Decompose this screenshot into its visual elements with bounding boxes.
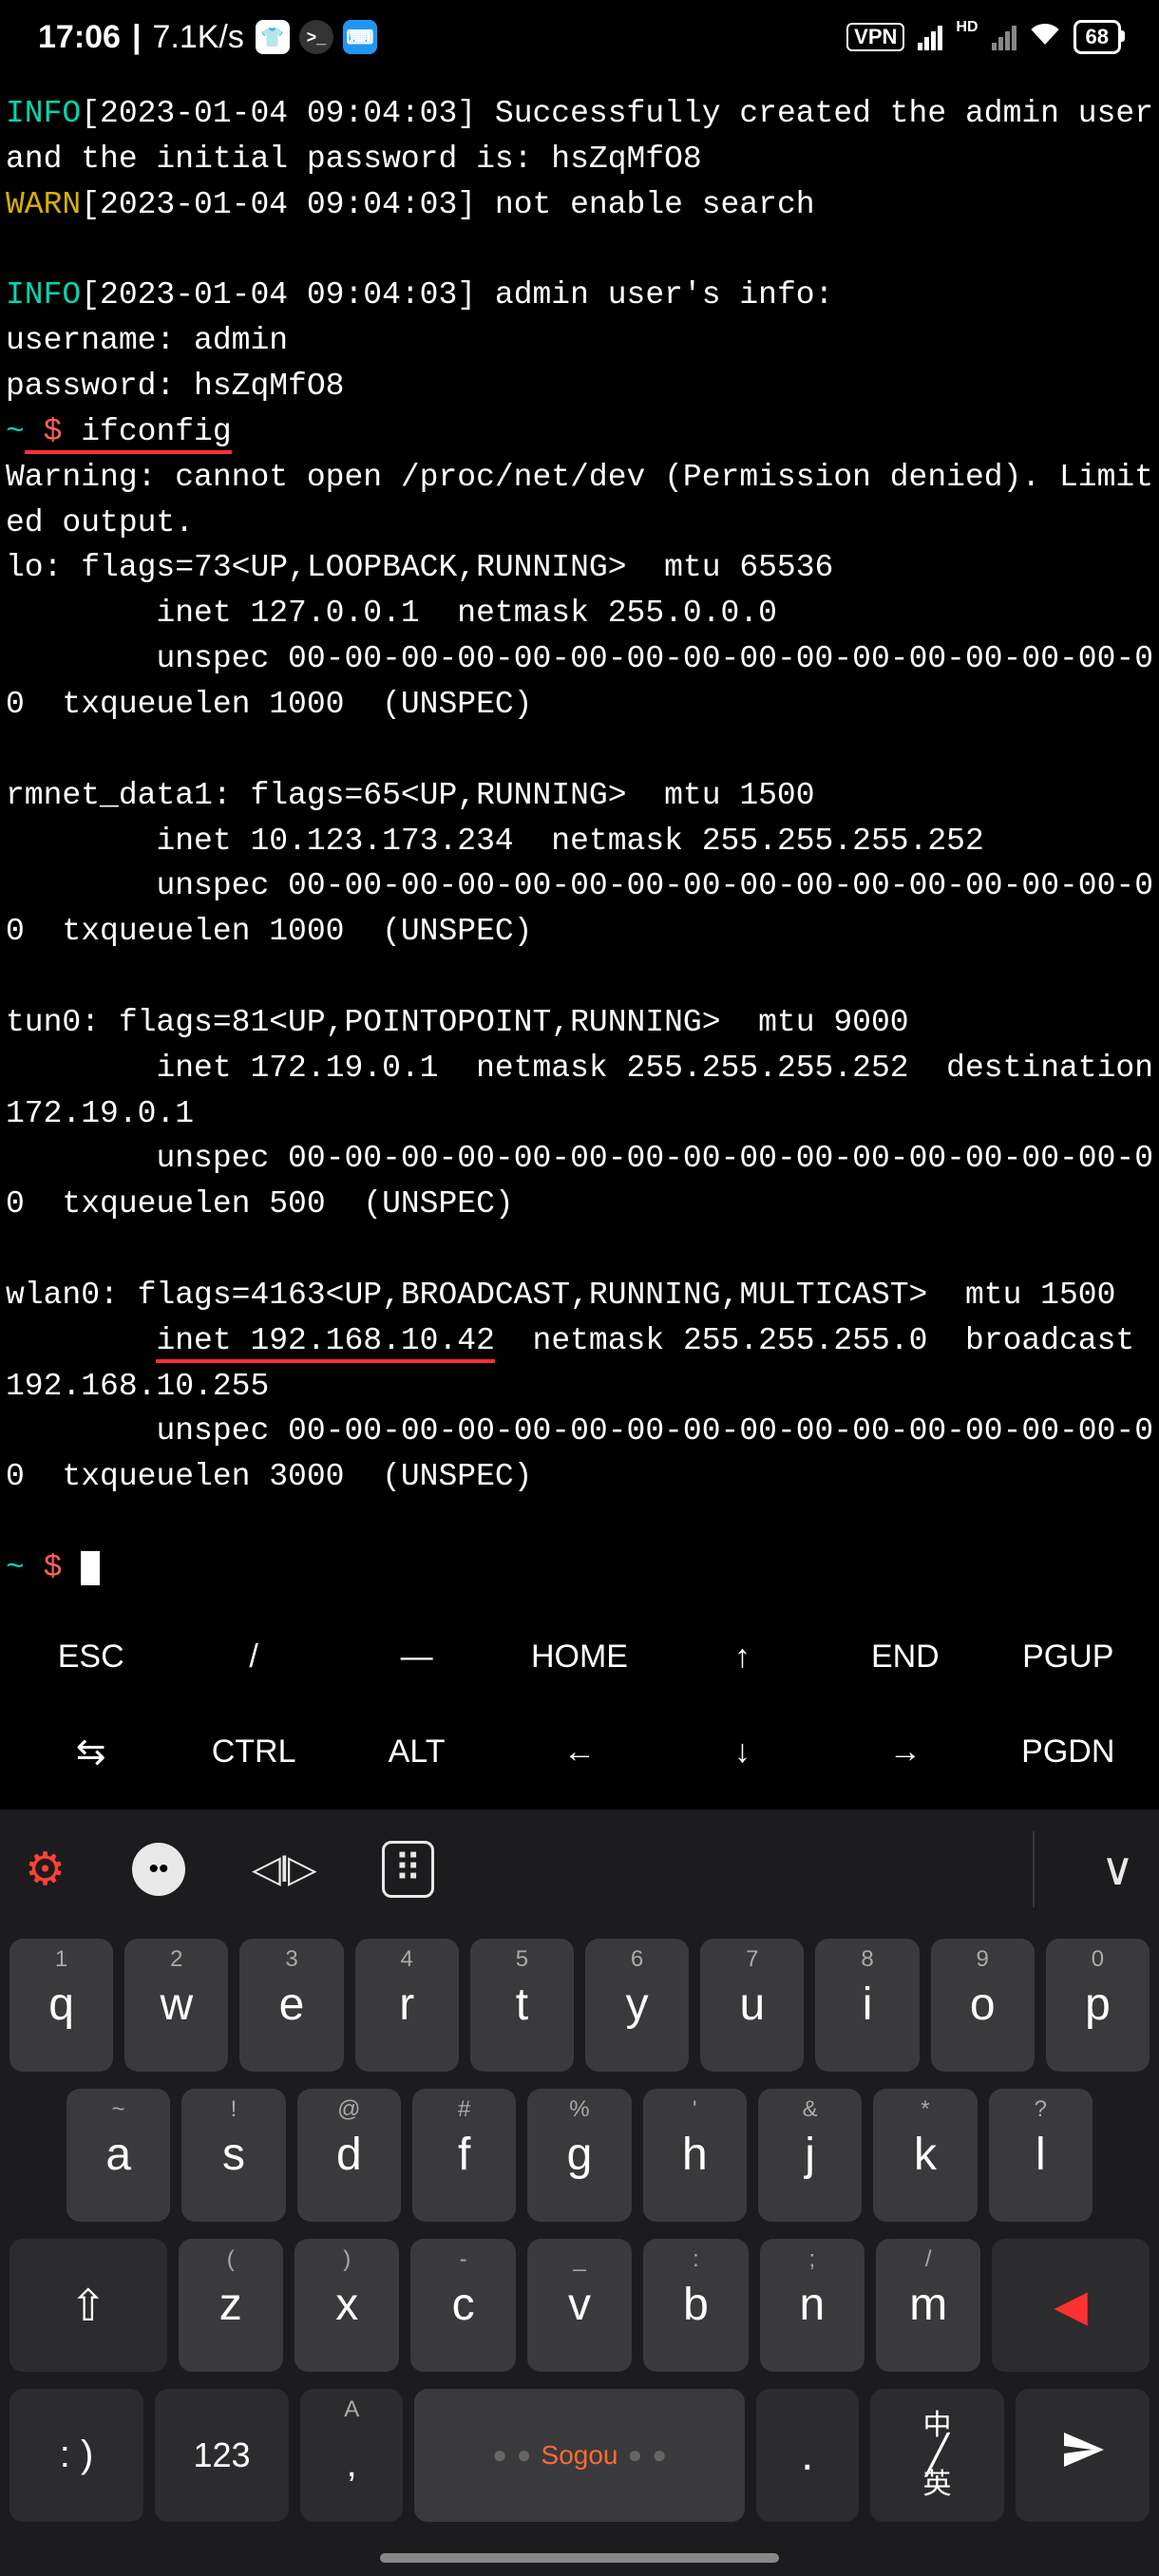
emoji-icon[interactable]: •• xyxy=(132,1843,185,1896)
key-b[interactable]: :b xyxy=(643,2239,748,2372)
key-q[interactable]: 1q xyxy=(10,1939,113,2072)
cursor-control-icon[interactable]: ◁Ι▷ xyxy=(252,1847,315,1891)
keyboard-row-4: : ) 123 A, ●● Sogou ●● . 中╱英 xyxy=(10,2389,1150,2522)
key-a[interactable]: ~a xyxy=(66,2089,170,2222)
key-o[interactable]: 9o xyxy=(931,1939,1035,2072)
prompt-tilde: ~ xyxy=(6,1550,25,1585)
command-ifconfig: ifconfig xyxy=(81,414,231,449)
key-w[interactable]: 2w xyxy=(124,1939,228,2072)
app-icon-1: 👕 xyxy=(256,20,290,54)
key-left[interactable]: ← xyxy=(498,1705,660,1800)
status-speed: 7.1K/s xyxy=(152,19,243,56)
key-space[interactable]: ●● Sogou ●● xyxy=(414,2389,744,2522)
signal-icon-1 xyxy=(918,24,942,50)
key-h[interactable]: 'h xyxy=(643,2089,747,2222)
key-e[interactable]: 3e xyxy=(239,1939,343,2072)
key-k[interactable]: *k xyxy=(873,2089,977,2222)
key-ctrl[interactable]: CTRL xyxy=(172,1705,334,1800)
vpn-badge: VPN xyxy=(846,23,904,51)
log-level-warn: WARN xyxy=(6,187,81,222)
key-alt[interactable]: ALT xyxy=(335,1705,498,1800)
log-level-info: INFO xyxy=(6,96,81,131)
extra-keys-row: ESC / ― HOME ↑ END PGUP ⇆ CTRL ALT ← ↓ →… xyxy=(0,1591,1159,1809)
key-cn-en[interactable]: 中╱英 xyxy=(870,2389,1004,2522)
iface-wlan0-head: wlan0: flags=4163<UP,BROADCAST,RUNNING,M… xyxy=(6,1278,1115,1313)
key-numeric[interactable]: 123 xyxy=(155,2389,289,2522)
key-j[interactable]: &j xyxy=(758,2089,862,2222)
wifi-icon xyxy=(1030,21,1060,53)
soft-keyboard: ⚙ •• ◁Ι▷ ⠿ ∨ 1q 2w 3e 4r 5t 6y 7u 8i 9o … xyxy=(0,1809,1159,2576)
key-p[interactable]: 0p xyxy=(1046,1939,1150,2072)
iface-tun0: tun0: flags=81<UP,POINTOPOINT,RUNNING> m… xyxy=(6,1005,1159,1222)
key-dash[interactable]: ― xyxy=(335,1610,498,1705)
home-indicator[interactable] xyxy=(380,2553,779,2563)
key-right[interactable]: → xyxy=(824,1705,986,1800)
key-esc[interactable]: ESC xyxy=(10,1610,172,1705)
prompt-dollar: $ xyxy=(25,414,81,449)
key-c[interactable]: -c xyxy=(410,2239,515,2372)
key-pgup[interactable]: PGUP xyxy=(987,1610,1150,1705)
prompt-tilde: ~ xyxy=(6,414,25,449)
key-up[interactable]: ↑ xyxy=(661,1610,824,1705)
signal-icon-2 xyxy=(992,24,1016,50)
key-slash[interactable]: / xyxy=(172,1610,334,1705)
wlan0-inet: inet 192.168.10.42 xyxy=(156,1323,494,1363)
app-icon-keyboard: ⌨ xyxy=(343,20,377,54)
key-l[interactable]: ?l xyxy=(989,2089,1092,2222)
key-n[interactable]: ;n xyxy=(760,2239,864,2372)
key-send[interactable] xyxy=(1016,2389,1150,2522)
key-x[interactable]: )x xyxy=(294,2239,399,2372)
key-y[interactable]: 6y xyxy=(585,1939,689,2072)
terminal-output[interactable]: INFO[2023-01-04 09:04:03] Successfully c… xyxy=(0,74,1159,1591)
key-i[interactable]: 8i xyxy=(815,1939,919,2072)
status-time: 17:06 xyxy=(38,19,121,56)
prompt-dollar: $ xyxy=(25,1550,81,1585)
key-down[interactable]: ↓ xyxy=(661,1705,824,1800)
key-g[interactable]: %g xyxy=(527,2089,631,2222)
iface-lo: lo: flags=73<UP,LOOPBACK,RUNNING> mtu 65… xyxy=(6,550,1153,722)
key-emoticon[interactable]: : ) xyxy=(10,2389,143,2522)
cursor xyxy=(81,1551,100,1585)
keyboard-row-3: ⇧ (z )x -c _v :b ;n /m ◀ xyxy=(10,2239,1150,2372)
key-end[interactable]: END xyxy=(824,1610,986,1705)
key-home[interactable]: HOME xyxy=(498,1610,660,1705)
key-u[interactable]: 7u xyxy=(700,1939,804,2072)
key-v[interactable]: _v xyxy=(527,2239,632,2372)
key-backspace[interactable]: ◀ xyxy=(992,2239,1150,2372)
key-f[interactable]: #f xyxy=(412,2089,516,2222)
hd-label: HD xyxy=(956,19,978,36)
key-tab[interactable]: ⇆ xyxy=(10,1705,172,1800)
status-bar: 17:06 | 7.1K/s 👕 >_ ⌨ VPN HD 68 xyxy=(0,0,1159,74)
key-period[interactable]: . xyxy=(756,2389,859,2522)
key-t[interactable]: 5t xyxy=(470,1939,574,2072)
keyboard-row-1: 1q 2w 3e 4r 5t 6y 7u 8i 9o 0p xyxy=(10,1939,1150,2072)
key-lang-toggle[interactable]: A, xyxy=(300,2389,403,2522)
key-d[interactable]: @d xyxy=(297,2089,401,2222)
gear-icon[interactable]: ⚙ xyxy=(25,1843,66,1896)
key-pgdn[interactable]: PGDN xyxy=(987,1705,1150,1800)
key-s[interactable]: !s xyxy=(181,2089,285,2222)
app-icon-terminal: >_ xyxy=(299,20,333,54)
battery-indicator: 68 xyxy=(1074,20,1121,54)
key-shift[interactable]: ⇧ xyxy=(10,2239,167,2372)
key-m[interactable]: /m xyxy=(876,2239,980,2372)
iface-rmnet: rmnet_data1: flags=65<UP,RUNNING> mtu 15… xyxy=(6,778,1153,950)
key-z[interactable]: (z xyxy=(179,2239,283,2372)
collapse-keyboard-icon[interactable]: ∨ xyxy=(1101,1843,1134,1896)
keyboard-row-2: ~a !s @d #f %g 'h &j *k ?l xyxy=(10,2089,1150,2222)
key-r[interactable]: 4r xyxy=(355,1939,459,2072)
keyboard-layout-icon[interactable]: ⠿ xyxy=(382,1841,434,1898)
log-level-info: INFO xyxy=(6,277,81,313)
